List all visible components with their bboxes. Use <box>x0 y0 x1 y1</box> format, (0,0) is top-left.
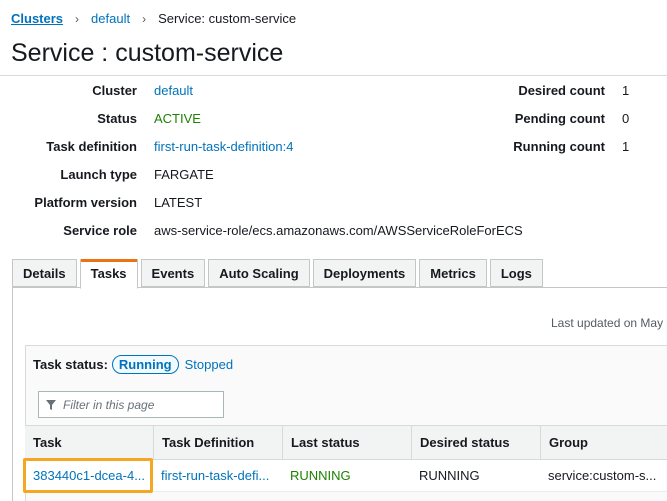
running-count-value: 1 <box>622 139 630 154</box>
summary-row-launch-type: Launch type FARGATE <box>0 165 667 185</box>
tab-logs[interactable]: Logs <box>489 259 543 287</box>
chevron-right-icon: › <box>142 11 147 26</box>
page-title: Service : custom-service <box>11 39 284 67</box>
pending-count-label: Pending count <box>514 111 605 126</box>
group-cell: service:custom-s... <box>548 468 657 483</box>
last-updated-text: Last updated on May <box>551 316 664 330</box>
task-status-stopped-toggle[interactable]: Stopped <box>185 357 233 372</box>
cluster-label: Cluster <box>92 83 137 98</box>
tab-events[interactable]: Events <box>140 259 206 287</box>
breadcrumb-clusters-link[interactable]: Clusters <box>11 11 63 26</box>
title-divider <box>0 75 667 76</box>
summary-row-cluster: Cluster default Desired count 1 <box>0 81 667 101</box>
breadcrumb-default-link[interactable]: default <box>91 11 130 26</box>
filter-icon <box>45 399 57 411</box>
ecs-service-page: Clusters › default › Service: custom-ser… <box>0 0 667 501</box>
launch-type-label: Launch type <box>60 167 137 182</box>
status-label: Status <box>97 111 137 126</box>
tab-tasks-label: Tasks <box>90 266 127 281</box>
summary-row-status: Status ACTIVE Pending count 0 <box>0 109 667 129</box>
filter-input[interactable]: Filter in this page <box>38 391 224 418</box>
platform-version-value: LATEST <box>154 195 203 210</box>
task-id-link[interactable]: 383440c1-dcea-4... <box>25 460 153 491</box>
tab-details[interactable]: Details <box>12 259 77 287</box>
table-row: 383440c1-dcea-4... first-run-task-defi..… <box>25 460 667 492</box>
desired-count-value: 1 <box>622 83 630 98</box>
task-status-running-toggle[interactable]: Running <box>111 355 179 374</box>
summary-row-task-definition: Task definition first-run-task-definitio… <box>0 137 667 157</box>
cluster-link[interactable]: default <box>154 81 193 101</box>
column-header-group[interactable]: Group <box>540 426 667 459</box>
column-header-task-definition[interactable]: Task Definition <box>153 426 282 459</box>
summary-row-platform-version: Platform version LATEST <box>0 193 667 213</box>
pending-count-value: 0 <box>622 111 630 126</box>
active-tab-indicator <box>80 259 137 262</box>
service-role-value: aws-service-role/ecs.amazonaws.com/AWSSe… <box>154 223 523 238</box>
chevron-right-icon: › <box>75 11 80 26</box>
summary-row-service-role: Service role aws-service-role/ecs.amazon… <box>0 221 667 241</box>
running-count-label: Running count <box>513 139 605 154</box>
desired-count-label: Desired count <box>518 83 605 98</box>
filter-placeholder: Filter in this page <box>63 397 155 412</box>
tab-deployments[interactable]: Deployments <box>312 259 417 287</box>
tab-metrics[interactable]: Metrics <box>419 259 487 287</box>
tab-auto-scaling[interactable]: Auto Scaling <box>208 259 310 287</box>
table-header: Task Task Definition Last status Desired… <box>25 425 667 460</box>
task-definition-label: Task definition <box>46 139 137 154</box>
breadcrumb: Clusters › default › Service: custom-ser… <box>11 11 296 26</box>
column-header-last-status[interactable]: Last status <box>282 426 411 459</box>
breadcrumb-current: Service: custom-service <box>158 11 297 26</box>
last-status-cell: RUNNING <box>290 468 351 483</box>
service-tabs: Details Tasks Events Auto Scaling Deploy… <box>12 259 546 289</box>
tab-tasks[interactable]: Tasks <box>79 259 138 289</box>
desired-status-cell: RUNNING <box>419 468 480 483</box>
column-header-task[interactable]: Task <box>25 426 153 459</box>
platform-version-label: Platform version <box>34 195 137 210</box>
status-value: ACTIVE <box>154 111 201 126</box>
task-definition-cell-link[interactable]: first-run-task-defi... <box>153 460 282 491</box>
task-definition-link[interactable]: first-run-task-definition:4 <box>154 137 293 157</box>
service-role-label: Service role <box>63 223 137 238</box>
task-status-label: Task status: <box>33 357 108 372</box>
column-header-desired-status[interactable]: Desired status <box>411 426 540 459</box>
task-status-filter: Task status: Running Stopped <box>33 355 233 374</box>
launch-type-value: FARGATE <box>154 167 214 182</box>
